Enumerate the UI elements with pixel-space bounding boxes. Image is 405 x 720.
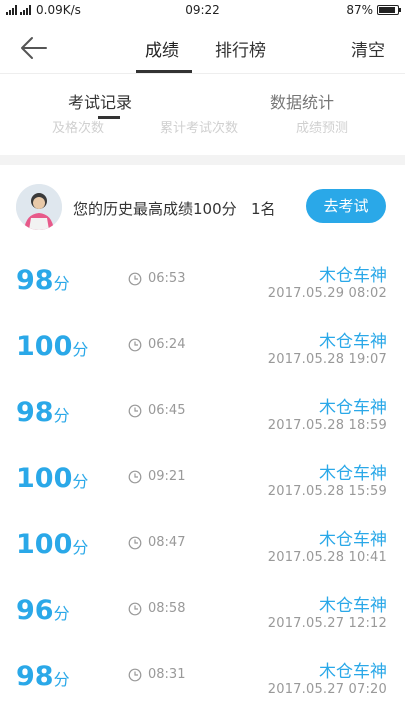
record-row[interactable]: 98分 06:53 木仓车神 2017.05.29 08:02 (0, 245, 405, 311)
best-score-text: 您的历史最高成绩100分 (73, 200, 237, 218)
subtab-statistics[interactable]: 数据统计 (270, 89, 334, 113)
score-value: 100 (16, 463, 73, 494)
record-date: 2017.05.28 10:41 (267, 550, 387, 565)
score-value: 96 (16, 595, 54, 626)
best-score-summary: 您的历史最高成绩100分 1名 去考试 (0, 178, 405, 236)
clock-icon (128, 404, 142, 417)
section-divider (0, 155, 405, 165)
duration: 06:53 (128, 271, 185, 286)
record-date: 2017.05.27 07:20 (267, 682, 387, 697)
sub-tabs: 考试记录 数据统计 (0, 75, 405, 119)
score: 98分 (16, 661, 70, 692)
record-user-name: 木仓车神 (319, 662, 387, 682)
clear-button[interactable]: 清空 (351, 36, 385, 61)
score: 98分 (16, 265, 70, 296)
score-value: 98 (16, 265, 54, 296)
record-row[interactable]: 100分 09:21 木仓车神 2017.05.28 15:59 (0, 443, 405, 509)
record-row[interactable]: 96分 08:58 木仓车神 2017.05.27 12:12 (0, 575, 405, 641)
record-user-name: 木仓车神 (319, 464, 387, 484)
score-unit: 分 (72, 340, 89, 359)
clock-icon (128, 470, 142, 483)
duration: 08:47 (128, 535, 185, 550)
score: 100分 (16, 331, 88, 362)
duration-value: 08:31 (148, 667, 186, 682)
clock-icon (128, 338, 142, 351)
clock-icon (128, 668, 142, 681)
stat-pass-count-label: 及格次数 (52, 121, 105, 136)
score-value: 98 (16, 397, 54, 428)
status-right: 87% (346, 3, 401, 17)
duration-value: 08:47 (148, 535, 186, 550)
duration-value: 06:24 (148, 337, 186, 352)
stat-total-exams-label: 累计考试次数 (160, 121, 239, 136)
score: 100分 (16, 529, 88, 560)
tab-scores[interactable]: 成绩 (145, 36, 179, 61)
records-list: 98分 06:53 木仓车神 2017.05.29 08:02 100分 06:… (0, 245, 405, 707)
record-date: 2017.05.29 08:02 (267, 286, 387, 301)
duration: 08:58 (128, 601, 185, 616)
record-user-name: 木仓车神 (319, 596, 387, 616)
clock-icon (128, 602, 142, 615)
battery-icon (377, 5, 401, 15)
score: 96分 (16, 595, 70, 626)
record-row[interactable]: 100分 06:24 木仓车神 2017.05.28 19:07 (0, 311, 405, 377)
top-header: 成绩 排行榜 清空 (0, 22, 405, 74)
duration-value: 08:58 (148, 601, 186, 616)
duration-value: 09:21 (148, 469, 186, 484)
score-unit: 分 (53, 406, 70, 425)
record-date: 2017.05.27 12:12 (267, 616, 387, 631)
score-unit: 分 (53, 604, 70, 623)
duration-value: 06:53 (148, 271, 186, 286)
duration: 06:24 (128, 337, 185, 352)
duration: 09:21 (128, 469, 185, 484)
record-row[interactable]: 98分 08:31 木仓车神 2017.05.27 07:20 (0, 641, 405, 707)
active-tab-indicator (136, 70, 192, 73)
record-user-name: 木仓车神 (319, 398, 387, 418)
arrow-left-icon (21, 37, 47, 59)
subtab-exam-records[interactable]: 考试记录 (68, 89, 132, 113)
score-value: 100 (16, 331, 73, 362)
score-unit: 分 (72, 538, 89, 557)
score: 100分 (16, 463, 88, 494)
record-user-name: 木仓车神 (319, 266, 387, 286)
rank-text: 1名 (251, 200, 276, 218)
record-row[interactable]: 100分 08:47 木仓车神 2017.05.28 10:41 (0, 509, 405, 575)
status-time: 09:22 (185, 3, 220, 17)
stats-row: 及格次数 累计考试次数 成绩预测 (0, 119, 405, 137)
stat-prediction-label: 成绩预测 (296, 121, 349, 136)
tab-leaderboard[interactable]: 排行榜 (215, 36, 266, 61)
record-user-name: 木仓车神 (319, 530, 387, 550)
go-exam-button[interactable]: 去考试 (306, 189, 386, 223)
status-bar: 0.09K/s 09:22 87% (0, 0, 405, 22)
clock-icon (128, 272, 142, 285)
user-avatar-icon (16, 184, 62, 230)
battery-fill (379, 7, 395, 13)
score-value: 100 (16, 529, 73, 560)
score: 98分 (16, 397, 70, 428)
battery-percent: 87% (346, 3, 373, 17)
duration: 06:45 (128, 403, 185, 418)
score-value: 98 (16, 661, 54, 692)
record-date: 2017.05.28 19:07 (267, 352, 387, 367)
score-unit: 分 (72, 472, 89, 491)
score-unit: 分 (53, 274, 70, 293)
avatar[interactable] (16, 184, 62, 230)
record-date: 2017.05.28 15:59 (267, 484, 387, 499)
duration: 08:31 (128, 667, 185, 682)
score-unit: 分 (53, 670, 70, 689)
record-user-name: 木仓车神 (319, 332, 387, 352)
record-row[interactable]: 98分 06:45 木仓车神 2017.05.28 18:59 (0, 377, 405, 443)
back-button[interactable] (18, 34, 50, 62)
clock-icon (128, 536, 142, 549)
duration-value: 06:45 (148, 403, 186, 418)
record-date: 2017.05.28 18:59 (267, 418, 387, 433)
